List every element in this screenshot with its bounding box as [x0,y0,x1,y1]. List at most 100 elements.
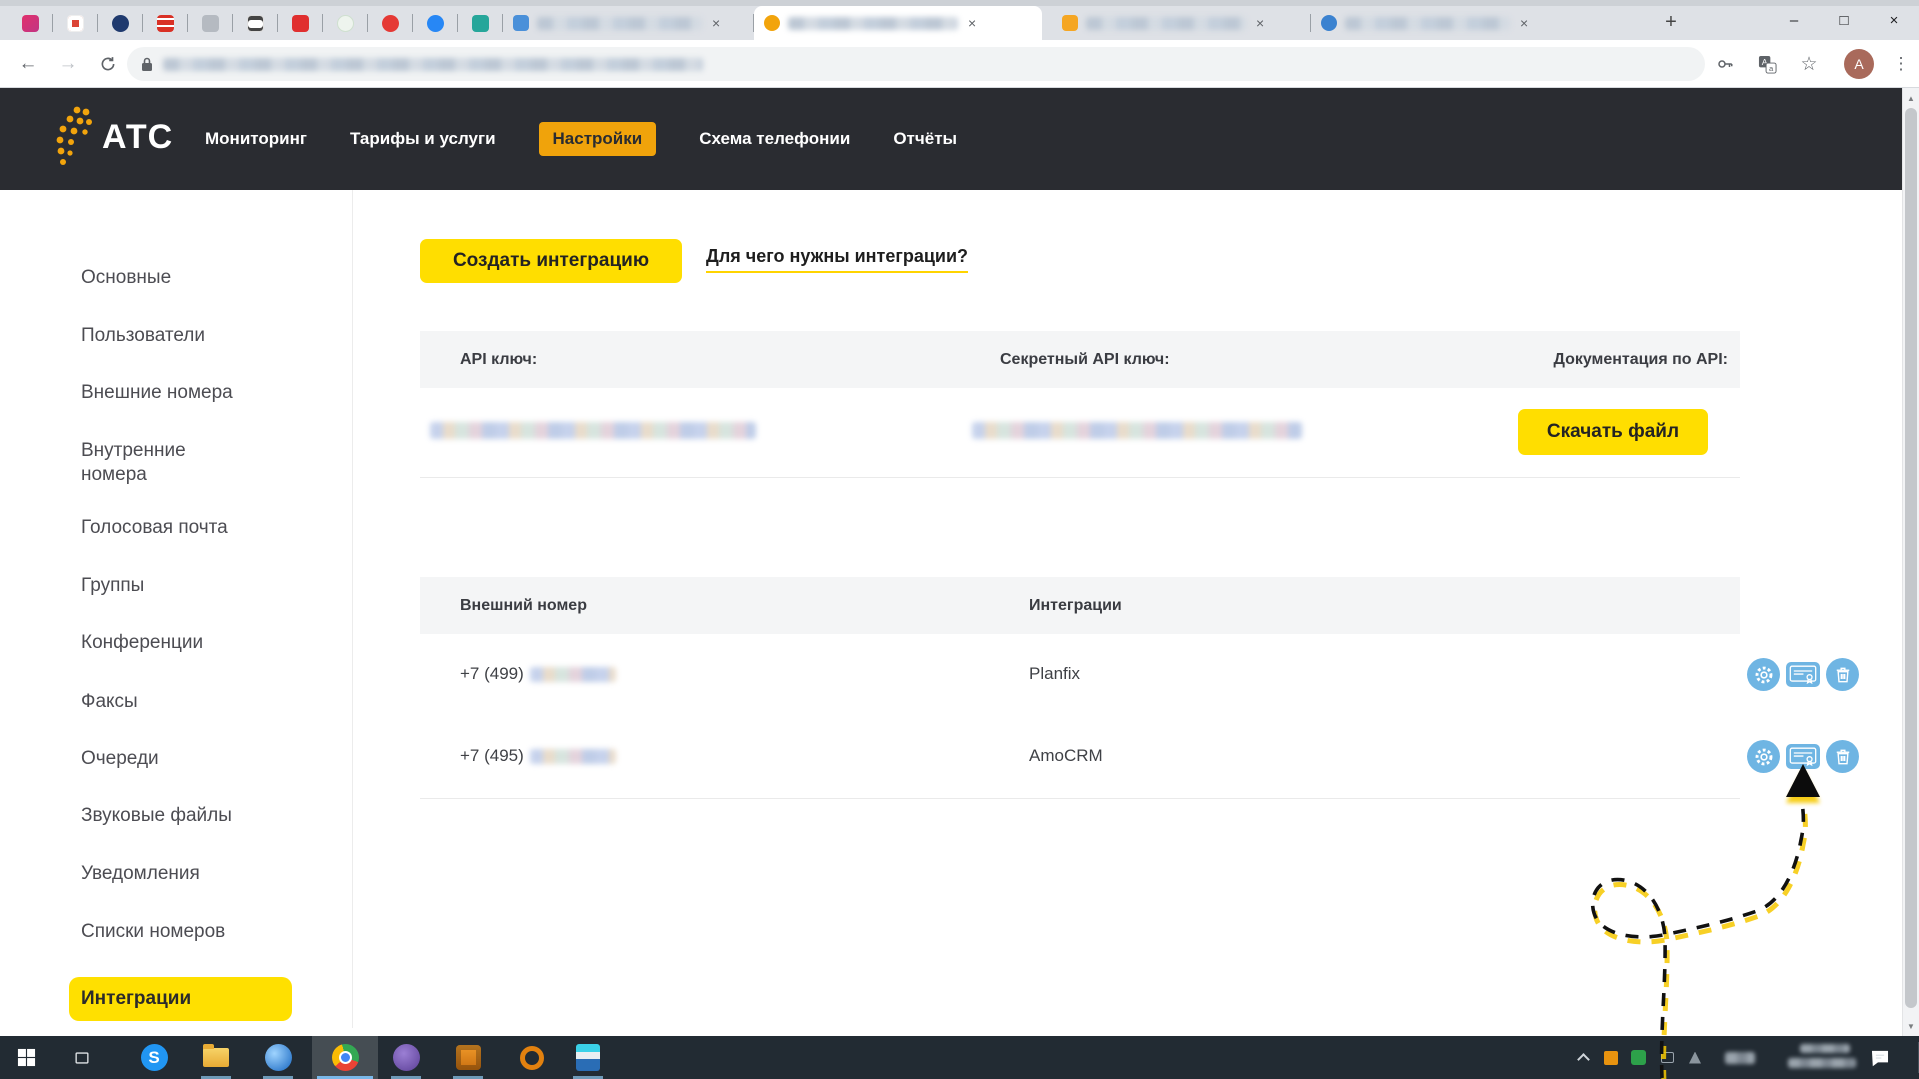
nav-settings[interactable]: Настройки [539,122,657,156]
bookmark-star-icon[interactable]: ☆ [1796,52,1822,76]
pinned-tab[interactable] [8,6,52,40]
window-close-button[interactable]: × [1869,0,1919,40]
browser-tab[interactable]: × [1311,6,1576,40]
address-bar[interactable] [127,47,1705,81]
page-scrollbar[interactable]: ▲ ▼ [1902,88,1919,1036]
pinned-tab[interactable] [143,6,187,40]
taskbar-app-edge[interactable] [256,1036,300,1079]
url-text-masked [163,58,703,71]
external-number-cell: +7 (495) [460,746,616,766]
sidebar-item-external-numbers[interactable]: Внешние номера [81,381,233,405]
nav-reports[interactable]: Отчёты [893,129,957,149]
delete-button[interactable] [1826,740,1859,773]
browser-menu-icon[interactable]: ⋮ [1888,52,1914,76]
pinned-tab[interactable] [188,6,232,40]
pinned-tab[interactable] [98,6,142,40]
window-minimize-button[interactable]: – [1769,0,1819,40]
reload-button[interactable] [94,51,122,77]
action-center-button[interactable] [1862,1036,1898,1079]
new-tab-button[interactable]: + [1656,8,1686,36]
create-integration-button[interactable]: Создать интеграцию [420,239,682,283]
tab-close-icon[interactable]: × [1254,14,1266,32]
clock-date-masked[interactable] [1788,1058,1856,1068]
tab-close-icon[interactable]: × [1518,14,1530,32]
window-maximize-button[interactable]: □ [1819,0,1869,40]
sidebar-item-internal-numbers[interactable]: Внутренние номера [81,439,251,487]
phone-prefix: +7 (499) [460,664,524,684]
tab-title-masked [1345,17,1510,30]
taskbar-app-purple[interactable] [384,1036,428,1079]
pinned-tab[interactable] [413,6,457,40]
translate-icon[interactable]: Aa [1754,52,1780,76]
pinned-tab[interactable] [368,6,412,40]
sidebar-item-main[interactable]: Основные [81,266,171,290]
trash-icon [1833,747,1853,767]
sidebar-item-notifications[interactable]: Уведомления [81,862,200,886]
pinned-tab-favicon [112,15,129,32]
sidebar-item-queues[interactable]: Очереди [81,747,159,771]
taskbar-app-chrome-active[interactable] [312,1036,378,1079]
sidebar-item-sound-files[interactable]: Звуковые файлы [81,804,232,828]
scroll-up-icon[interactable]: ▲ [1903,90,1919,106]
pinned-tab[interactable] [278,6,322,40]
browser-tab-active[interactable]: × [754,6,1042,40]
browser-profile-avatar[interactable]: A [1844,49,1874,79]
table-row: +7 (495) AmoCRM [420,716,1740,798]
taskbar-app-orange-ring[interactable] [510,1036,554,1079]
orange-app-icon [456,1045,481,1070]
sidebar-item-faxes[interactable]: Факсы [81,690,138,714]
tray-icon-gray-2[interactable] [1684,1036,1706,1079]
tray-icon-gray-1[interactable] [1656,1036,1678,1079]
sidebar-item-groups[interactable]: Группы [81,574,144,598]
atc-logo[interactable]: АТС [52,104,173,170]
browser-tab[interactable]: × [1052,6,1310,40]
tray-icon-orange[interactable] [1600,1036,1622,1079]
nav-tariffs[interactable]: Тарифы и услуги [350,129,496,149]
download-file-button[interactable]: Скачать файл [1518,409,1708,455]
clock-time-masked[interactable] [1800,1044,1850,1053]
logo-text: АТС [102,118,173,157]
sidebar-item-voicemail[interactable]: Голосовая почта [81,516,228,540]
sidebar-item-integrations-active[interactable]: Интеграции [69,977,292,1021]
settings-gear-button[interactable] [1747,740,1780,773]
pinned-tab[interactable] [323,6,367,40]
scroll-down-icon[interactable]: ▼ [1903,1018,1919,1034]
pinned-tab-favicon [67,15,84,32]
nav-monitoring[interactable]: Мониторинг [205,129,307,149]
delete-button[interactable] [1826,658,1859,691]
chrome-icon [332,1044,359,1071]
tray-orange-icon [1604,1051,1618,1065]
pinned-tab[interactable] [53,6,97,40]
forward-button[interactable]: → [54,51,82,77]
license-certificate-button[interactable] [1786,744,1820,769]
taskbar-app-orange[interactable] [446,1036,490,1079]
secret-key-value-masked [972,422,1302,439]
task-view-button[interactable] [64,1036,100,1079]
windows-logo-icon [17,1048,36,1067]
taskbar-app-explorer[interactable] [194,1036,238,1079]
back-button[interactable]: ← [14,51,42,77]
scrollbar-thumb[interactable] [1905,108,1917,1008]
sidebar-item-conferences[interactable]: Конференции [81,631,203,655]
api-keys-header-strip: API ключ: Секретный API ключ: Документац… [420,331,1740,388]
browser-tab-strip: × × × × + – □ × [0,0,1919,40]
pinned-tab[interactable] [458,6,502,40]
tab-close-icon[interactable]: × [710,14,722,32]
language-indicator[interactable] [1720,1036,1760,1079]
integrations-info-link[interactable]: Для чего нужны интеграции? [706,246,968,273]
start-button[interactable] [8,1036,44,1079]
sidebar-item-number-lists[interactable]: Списки номеров [81,920,225,944]
tray-icon-green[interactable] [1626,1036,1650,1079]
tab-close-icon[interactable]: × [966,14,978,32]
pinned-tab[interactable] [233,6,277,40]
sidebar-item-users[interactable]: Пользователи [81,324,205,348]
license-certificate-button[interactable] [1786,662,1820,687]
tray-expand-button[interactable] [1572,1036,1594,1079]
purple-app-icon [393,1044,420,1071]
password-key-icon[interactable] [1712,52,1738,76]
taskbar-app-skype[interactable]: S [132,1036,176,1079]
taskbar-app-teal[interactable] [566,1036,610,1079]
settings-gear-button[interactable] [1747,658,1780,691]
browser-tab[interactable]: × [503,6,753,40]
nav-telephony-scheme[interactable]: Схема телефонии [699,129,850,149]
